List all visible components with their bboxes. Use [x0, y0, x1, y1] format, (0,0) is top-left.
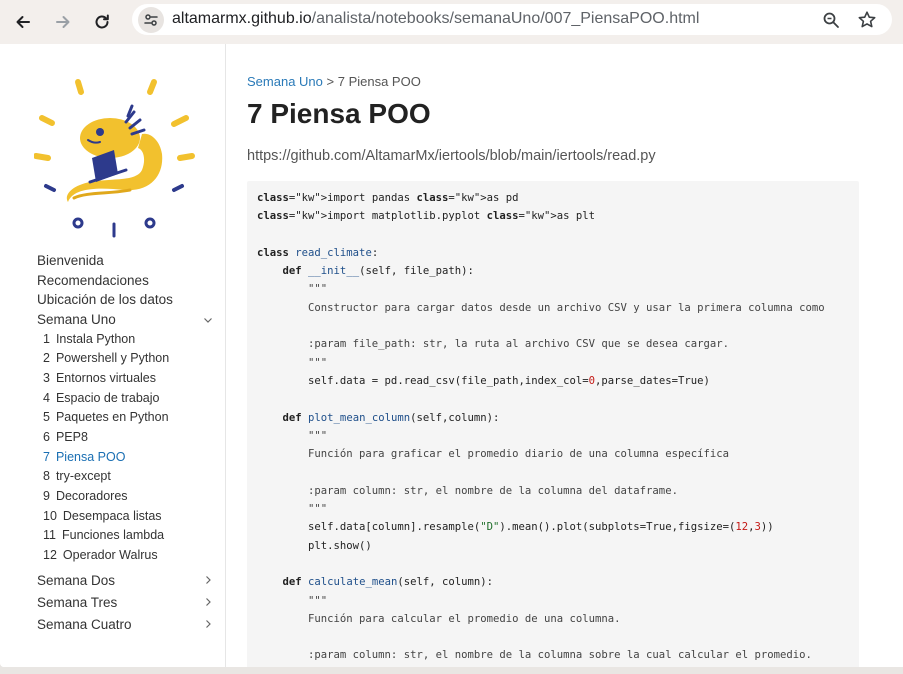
subitem-label: Desempaca listas [62, 508, 162, 523]
code-line: """ [257, 594, 328, 607]
code-line: :param file_path: str, la ruta al archiv… [257, 338, 729, 351]
sidebar-nav: Bienvenida Recomendaciones Ubicación de … [37, 251, 217, 636]
subitem-label: Funciones lambda [61, 528, 165, 543]
sidebar-section-semana-tres[interactable]: Semana Tres [37, 592, 217, 614]
subitem-number: 2 [43, 351, 50, 366]
subitem-number: 12 [43, 548, 57, 563]
subitem-number: 3 [43, 370, 50, 385]
code-line: def __init__(self, file_path): [282, 265, 474, 278]
code-text: class="kw">import pandas class="kw">as p… [257, 192, 825, 662]
subitem-label: Instala Python [55, 331, 136, 346]
code-line: :param column: str, el nombre de la colu… [257, 484, 678, 497]
code-line: self.data[column].resample("D").mean().p… [257, 521, 774, 534]
bookmark-star-icon[interactable] [856, 9, 878, 31]
code-line: plt.show() [257, 539, 372, 552]
url-text[interactable]: altamarmx.github.io/analista/notebooks/s… [172, 10, 699, 28]
chevron-right-icon[interactable] [203, 575, 213, 585]
breadcrumb-link-semana-uno[interactable]: Semana Uno [247, 74, 323, 89]
code-line: """ [257, 503, 328, 516]
sidebar-subitem-operador-walrus[interactable]: 12 Operador Walrus [37, 546, 217, 566]
subitem-label: Espacio de trabajo [55, 390, 160, 405]
sidebar-section-semana-dos[interactable]: Semana Dos [37, 570, 217, 592]
code-line: class read_climate: [257, 246, 379, 259]
sidebar: Bienvenida Recomendaciones Ubicación de … [0, 44, 226, 667]
subitem-label: PEP8 [55, 429, 88, 444]
sidebar-subitem-espacio-trabajo[interactable]: 4 Espacio de trabajo [37, 389, 217, 409]
page-viewport: Bienvenida Recomendaciones Ubicación de … [0, 44, 903, 667]
sidebar-section-label: Semana Dos [37, 572, 116, 588]
breadcrumb: Semana Uno > 7 Piensa POO [247, 74, 421, 89]
sidebar-section-label: Semana Tres [37, 594, 118, 610]
subitem-number: 9 [43, 489, 50, 503]
subitem-number: 11 [43, 528, 56, 543]
code-line: """ [257, 429, 328, 442]
subitem-number: 8 [43, 469, 50, 484]
address-bar[interactable]: altamarmx.github.io/analista/notebooks/s… [132, 4, 892, 35]
forward-arrow-icon[interactable] [47, 6, 79, 38]
code-line: def plot_mean_column(self,column): [282, 411, 500, 424]
url-path: /analista/notebooks/semanaUno/007_Piensa… [311, 10, 700, 27]
sidebar-item-recomendaciones[interactable]: Recomendaciones [37, 271, 217, 291]
code-line: """ [257, 356, 328, 369]
breadcrumb-current: 7 Piensa POO [337, 74, 421, 89]
chevron-down-icon[interactable] [203, 315, 213, 325]
code-line: Constructor para cargar datos desde un a… [257, 301, 825, 314]
sidebar-subitem-try-except[interactable]: 8 try-except [37, 467, 217, 487]
subitem-label: Entornos virtuales [55, 370, 157, 385]
chevron-right-icon[interactable] [203, 619, 213, 629]
back-arrow-icon[interactable] [7, 6, 39, 38]
subitem-number: 4 [43, 390, 50, 405]
sidebar-subitem-decoradores[interactable]: 9 Decoradores [37, 487, 217, 507]
chevron-right-icon[interactable] [203, 597, 213, 607]
source-link[interactable]: https://github.com/AltamarMx/iertools/bl… [247, 148, 656, 164]
sidebar-subitem-pep8[interactable]: 6 PEP8 [37, 428, 217, 448]
sidebar-section-label: Semana Cuatro [37, 616, 132, 632]
sidebar-section-semana-cuatro[interactable]: Semana Cuatro [37, 614, 217, 636]
site-logo[interactable] [34, 78, 196, 274]
sidebar-subitem-entornos-virtuales[interactable]: 3 Entornos virtuales [37, 369, 217, 389]
code-line: class="kw">import [257, 210, 366, 223]
subitem-label: Powershell y Python [55, 351, 170, 366]
sidebar-subitem-desempaca-listas[interactable]: 10 Desempaca listas [37, 507, 217, 527]
sidebar-subitem-funciones-lambda[interactable]: 11 Funciones lambda [37, 526, 217, 546]
subitem-number: 7 [43, 449, 50, 464]
sidebar-section-semana-uno[interactable]: Semana Uno [37, 310, 217, 330]
subitem-label: Operador Walrus [62, 548, 158, 563]
subitem-label: Paquetes en Python [55, 410, 169, 425]
url-host: altamarmx.github.io [172, 10, 312, 27]
code-line: self.data = pd.read_csv(file_path,index_… [257, 374, 710, 387]
code-line: class="kw">import [257, 192, 366, 204]
code-block[interactable]: class="kw">import pandas class="kw">as p… [247, 181, 859, 667]
subitem-number: 10 [43, 508, 57, 523]
subitem-number: 5 [43, 410, 50, 425]
sidebar-subitem-piensa-poo-active[interactable]: 7 Piensa POO [37, 448, 217, 468]
code-line: Función para calcular el promedio de una… [257, 612, 621, 625]
site-settings-icon[interactable] [138, 7, 164, 33]
subitem-label: Piensa POO [55, 449, 126, 464]
sidebar-subitem-paquetes-python[interactable]: 5 Paquetes en Python [37, 408, 217, 428]
subitem-label: try-except [55, 469, 111, 484]
sidebar-subitem-instala-python[interactable]: 1 Instala Python [37, 330, 217, 350]
code-line: :param column: str, el nombre de la colu… [257, 649, 812, 662]
code-line: """ [257, 283, 328, 296]
sidebar-section-label: Semana Uno [37, 311, 116, 327]
collapsed-sections: Semana Dos Semana Tres Semana Cuatro [37, 570, 217, 636]
subitem-number: 1 [43, 331, 50, 346]
breadcrumb-separator: > [326, 74, 335, 89]
code-line: Función para graficar el promedio diario… [257, 448, 729, 461]
browser-toolbar: altamarmx.github.io/analista/notebooks/s… [0, 0, 903, 44]
sidebar-item-bienvenida[interactable]: Bienvenida [37, 251, 217, 271]
subitem-number: 6 [43, 429, 50, 444]
reload-icon[interactable] [86, 6, 118, 38]
code-line: def calculate_mean(self, column): [282, 576, 494, 589]
page-title: 7 Piensa POO [247, 98, 431, 129]
sidebar-subitem-powershell-python[interactable]: 2 Powershell y Python [37, 349, 217, 369]
zoom-icon[interactable] [820, 9, 842, 31]
sidebar-item-ubicacion-datos[interactable]: Ubicación de los datos [37, 290, 217, 310]
subitem-label: Decoradores [55, 489, 128, 503]
main-content: Semana Uno > 7 Piensa POO 7 Piensa POO h… [247, 44, 903, 667]
